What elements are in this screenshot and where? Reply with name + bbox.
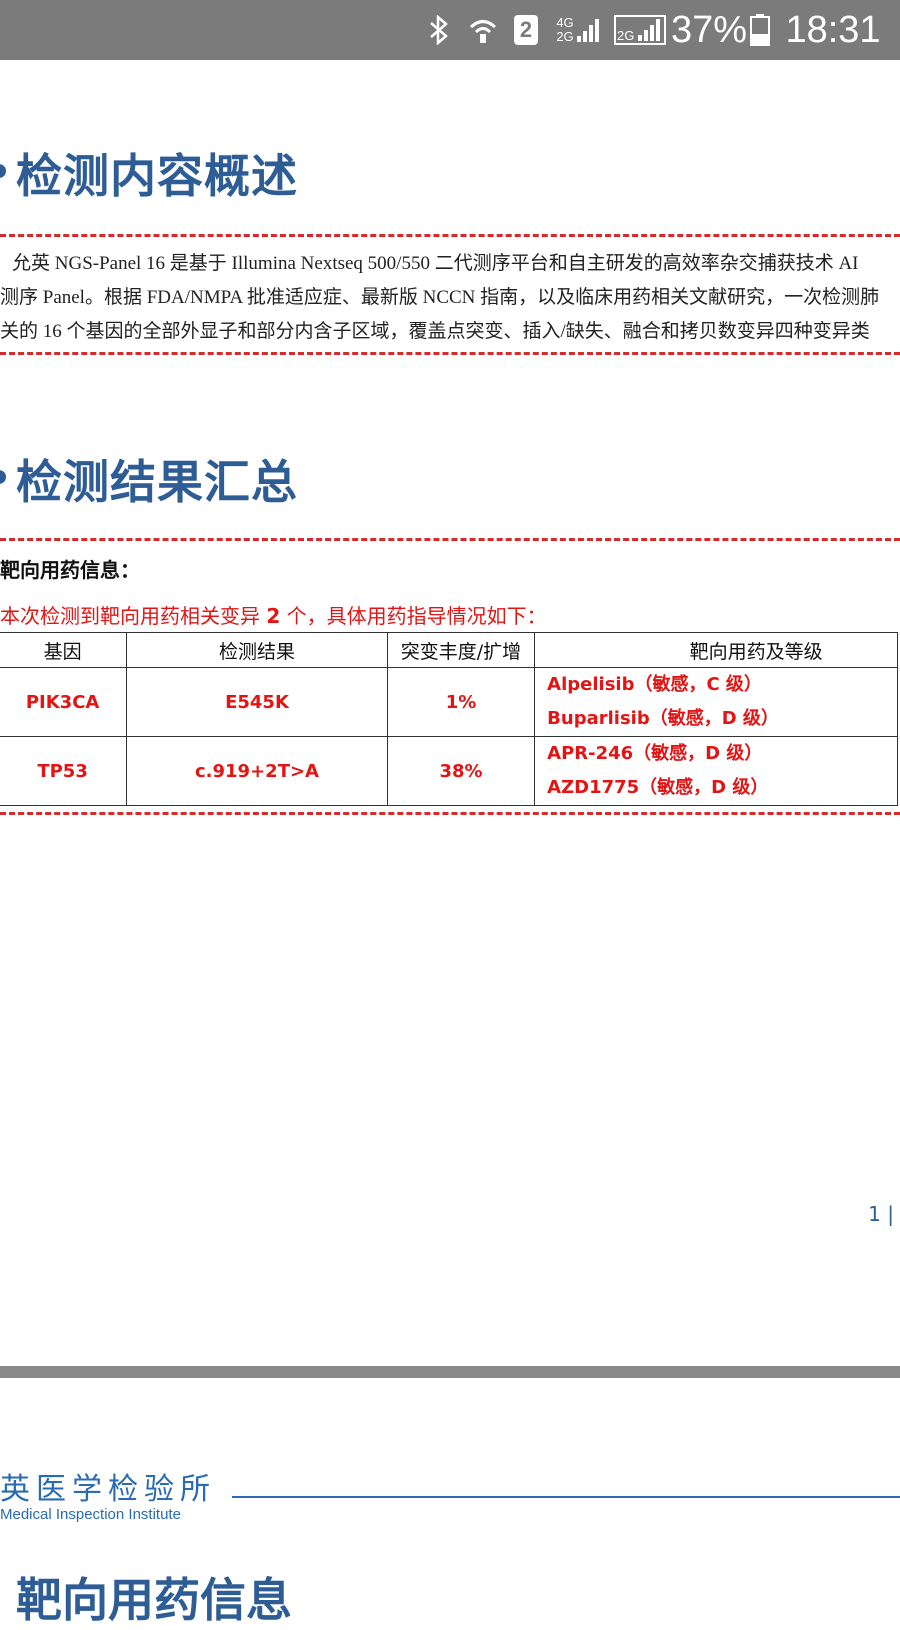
- table-row: TP53 c.919+2T>A 38% APR-246（敏感，D 级） AZD1…: [0, 736, 898, 806]
- institute-logo-cn: 英医学检验所: [0, 1472, 216, 1507]
- gene-cell: PIK3CA: [0, 667, 128, 737]
- targeted-drug-subtitle: 靶向用药信息：: [0, 558, 140, 582]
- result-cell: c.919+2T>A: [126, 736, 388, 806]
- header-rule: [232, 1496, 900, 1498]
- dashed-divider: [0, 352, 900, 355]
- page-number: 1 |: [868, 1202, 894, 1226]
- section-title-results: 检测结果汇总: [16, 455, 298, 509]
- battery-percent: 37%: [670, 8, 748, 51]
- dashed-divider: [0, 234, 900, 237]
- header-abundance: 突变丰度/扩增: [386, 632, 536, 668]
- overview-line-3: 关的 16 个基因的全部外显子和部分内含子区域，覆盖点突变、插入/缺失、融合和拷…: [0, 321, 870, 342]
- net-label-top: 4G: [556, 15, 574, 30]
- drug-entry: AZD1775（敏感，D 级）: [547, 777, 769, 798]
- overview-line-2: 测序 Panel。根据 FDA/NMPA 批准适应症、最新版 NCCN 指南，以…: [0, 287, 880, 308]
- header-drugs: 靶向用药及等级: [534, 632, 898, 668]
- bluetooth-icon: [424, 0, 454, 60]
- result-cell: E545K: [126, 667, 388, 737]
- document-page: 检测内容概述 允英 NGS-Panel 16 是基于 Illumina Next…: [0, 60, 900, 1627]
- header-result: 检测结果: [126, 632, 388, 668]
- sim-badge: 2: [514, 15, 538, 45]
- clock: 18:31: [785, 8, 881, 51]
- results-table: 基因 检测结果 突变丰度/扩增 靶向用药及等级 PIK3CA E545K 1% …: [0, 632, 898, 806]
- summary-prefix: 本次检测到靶向用药相关变异: [0, 604, 267, 628]
- net-label-2: 2G: [617, 28, 635, 43]
- drug-entry: APR-246（敏感，D 级）: [547, 743, 763, 764]
- drugs-cell: Alpelisib（敏感，C 级） Buparlisib（敏感，D 级）: [534, 667, 898, 737]
- drug-entry: Alpelisib（敏感，C 级）: [547, 674, 762, 695]
- dashed-divider: [0, 538, 900, 541]
- signal-4g-icon: 4G 2G: [552, 0, 604, 60]
- drugs-cell: APR-246（敏感，D 级） AZD1775（敏感，D 级）: [534, 736, 898, 806]
- abundance-cell: 1%: [386, 667, 536, 737]
- overview-line-1: 允英 NGS-Panel 16 是基于 Illumina Nextseq 500…: [12, 253, 859, 274]
- summary-count: 2: [266, 604, 281, 628]
- status-bar: 2 4G 2G 2G 37% 18:31: [0, 0, 900, 60]
- battery-icon: [748, 0, 772, 60]
- gene-cell: TP53: [0, 736, 128, 806]
- institute-logo-en: Medical Inspection Institute: [0, 1506, 181, 1523]
- drug-entry: Buparlisib（敏感，D 级）: [547, 708, 779, 729]
- section-bullet: [0, 164, 6, 178]
- header-gene: 基因: [0, 632, 128, 668]
- table-header-row: 基因 检测结果 突变丰度/扩增 靶向用药及等级: [0, 632, 898, 668]
- abundance-cell: 38%: [386, 736, 536, 806]
- section-title-targeted: 靶向用药信息: [16, 1573, 292, 1627]
- summary-text: 本次检测到靶向用药相关变异 2 个，具体用药指导情况如下：: [0, 600, 547, 629]
- dashed-divider: [0, 812, 900, 815]
- section-title-overview: 检测内容概述: [16, 149, 298, 203]
- signal-2g-icon: 2G: [612, 0, 668, 60]
- sim2-icon: 2: [512, 0, 540, 60]
- page-break-bar: [0, 1366, 900, 1378]
- wifi-icon: [466, 0, 500, 60]
- summary-suffix: 个，具体用药指导情况如下：: [280, 604, 547, 628]
- net-label-bottom: 2G: [556, 29, 574, 44]
- table-row: PIK3CA E545K 1% Alpelisib（敏感，C 级） Buparl…: [0, 667, 898, 737]
- section-bullet: [0, 470, 6, 484]
